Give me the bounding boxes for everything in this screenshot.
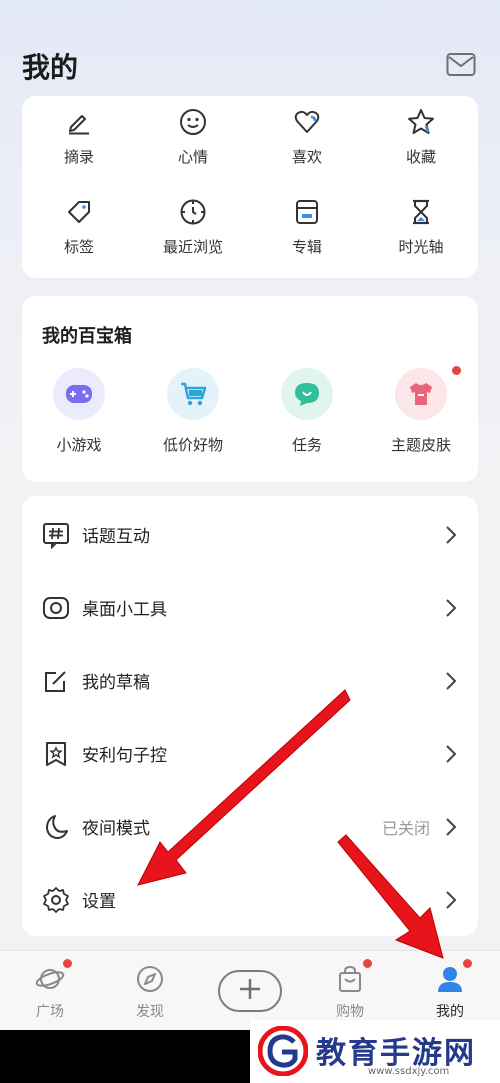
watermark: 教育手游网 www.ssdxjy.com bbox=[250, 1020, 500, 1083]
chat-icon bbox=[281, 368, 333, 420]
cart-icon bbox=[167, 368, 219, 420]
star-icon bbox=[405, 106, 437, 138]
tab-label: 发现 bbox=[136, 1004, 164, 1020]
draft-icon bbox=[42, 667, 70, 695]
quick-action-tag[interactable]: 标签 bbox=[22, 196, 136, 257]
menu-list-card: 话题互动 桌面小工具 我的草稿 安利句子控 夜间模式 已关闭 设置 bbox=[22, 496, 478, 936]
quick-action-timeline[interactable]: 时光轴 bbox=[364, 196, 478, 257]
quick-actions-card: 摘录 心情 喜欢 收藏 标签 最近浏览 专辑 时光轴 bbox=[22, 96, 478, 278]
add-post-button[interactable] bbox=[218, 970, 282, 1012]
quick-action-label: 时光轴 bbox=[398, 238, 444, 256]
menu-item-drafts[interactable]: 我的草稿 bbox=[22, 644, 478, 717]
chevron-right-icon bbox=[444, 817, 458, 837]
mail-icon[interactable] bbox=[446, 52, 476, 78]
treasure-item-label: 低价好物 bbox=[162, 436, 223, 454]
chevron-right-icon bbox=[444, 671, 458, 691]
quick-action-label: 专辑 bbox=[291, 238, 322, 256]
quick-action-label: 喜欢 bbox=[291, 148, 322, 166]
menu-item-label: 我的草稿 bbox=[82, 673, 150, 693]
tab-label: 购物 bbox=[336, 1004, 364, 1020]
treasure-item-themes[interactable]: 主题皮肤 bbox=[364, 366, 478, 455]
quick-action-label: 摘录 bbox=[63, 148, 94, 166]
bag-icon bbox=[334, 959, 372, 995]
heart-icon bbox=[291, 106, 323, 138]
moon-icon bbox=[42, 813, 70, 841]
user-icon bbox=[434, 959, 472, 995]
smile-icon bbox=[177, 106, 209, 138]
tab-discover[interactable]: 发现 bbox=[110, 963, 190, 1021]
tab-label: 我的 bbox=[436, 1004, 464, 1020]
tab-shopping[interactable]: 购物 bbox=[310, 959, 390, 1021]
quick-action-label: 最近浏览 bbox=[162, 238, 223, 256]
treasure-item-tasks[interactable]: 任务 bbox=[250, 368, 364, 455]
watermark-url: www.ssdxjy.com bbox=[368, 1066, 450, 1077]
menu-item-label: 设置 bbox=[82, 892, 116, 912]
quick-action-recent[interactable]: 最近浏览 bbox=[136, 196, 250, 257]
notification-badge bbox=[463, 959, 472, 968]
menu-item-label: 安利句子控 bbox=[82, 746, 167, 766]
quick-action-label: 收藏 bbox=[405, 148, 436, 166]
menu-item-topics[interactable]: 话题互动 bbox=[22, 498, 478, 571]
quick-action-like[interactable]: 喜欢 bbox=[250, 106, 364, 167]
header: 我的 bbox=[0, 0, 500, 100]
tab-plaza[interactable]: 广场 bbox=[10, 959, 90, 1021]
menu-item-settings[interactable]: 设置 bbox=[22, 863, 478, 936]
page-title: 我的 bbox=[22, 51, 79, 84]
quick-action-label: 标签 bbox=[63, 238, 94, 256]
treasure-box-card: 我的百宝箱 小游戏 低价好物 任务 主题皮肤 bbox=[22, 296, 478, 482]
hashtag-icon bbox=[42, 521, 70, 549]
notification-badge bbox=[452, 366, 461, 375]
compass-icon bbox=[134, 963, 166, 995]
clock-icon bbox=[177, 196, 209, 228]
planet-icon bbox=[34, 959, 72, 995]
quick-action-excerpt[interactable]: 摘录 bbox=[22, 106, 136, 167]
quick-action-mood[interactable]: 心情 bbox=[136, 106, 250, 167]
menu-item-label: 桌面小工具 bbox=[82, 600, 167, 620]
widget-icon bbox=[42, 594, 70, 622]
treasure-item-label: 主题皮肤 bbox=[390, 436, 451, 454]
night-mode-status: 已关闭 bbox=[381, 818, 430, 838]
treasure-item-bargains[interactable]: 低价好物 bbox=[136, 368, 250, 455]
black-bar bbox=[0, 1030, 250, 1083]
watermark-logo-icon bbox=[257, 1025, 309, 1077]
gamepad-icon bbox=[53, 368, 105, 420]
pencil-icon bbox=[63, 106, 95, 138]
treasure-item-mini-games[interactable]: 小游戏 bbox=[22, 368, 136, 455]
tag-icon bbox=[63, 196, 95, 228]
bookmark-star-icon bbox=[42, 740, 70, 768]
menu-item-night-mode[interactable]: 夜间模式 已关闭 bbox=[22, 790, 478, 863]
tab-label: 广场 bbox=[36, 1004, 64, 1020]
tab-mine[interactable]: 我的 bbox=[410, 959, 490, 1021]
menu-item-recommend[interactable]: 安利句子控 bbox=[22, 717, 478, 790]
chevron-right-icon bbox=[444, 744, 458, 764]
notification-badge bbox=[363, 959, 372, 968]
notification-badge bbox=[63, 959, 72, 968]
menu-item-label: 话题互动 bbox=[82, 527, 150, 547]
chevron-right-icon bbox=[444, 598, 458, 618]
quick-action-collect[interactable]: 收藏 bbox=[364, 106, 478, 167]
gear-icon bbox=[42, 886, 70, 914]
plus-icon bbox=[237, 976, 263, 1006]
album-icon bbox=[291, 196, 323, 228]
treasure-item-label: 小游戏 bbox=[56, 436, 102, 454]
chevron-right-icon bbox=[444, 525, 458, 545]
chevron-right-icon bbox=[444, 890, 458, 910]
shirt-icon bbox=[395, 368, 447, 420]
quick-action-album[interactable]: 专辑 bbox=[250, 196, 364, 257]
menu-item-label: 夜间模式 bbox=[82, 819, 150, 839]
treasure-box-title: 我的百宝箱 bbox=[42, 326, 132, 347]
hourglass-icon bbox=[405, 196, 437, 228]
treasure-item-label: 任务 bbox=[291, 436, 322, 454]
quick-action-label: 心情 bbox=[177, 148, 208, 166]
menu-item-widgets[interactable]: 桌面小工具 bbox=[22, 571, 478, 644]
